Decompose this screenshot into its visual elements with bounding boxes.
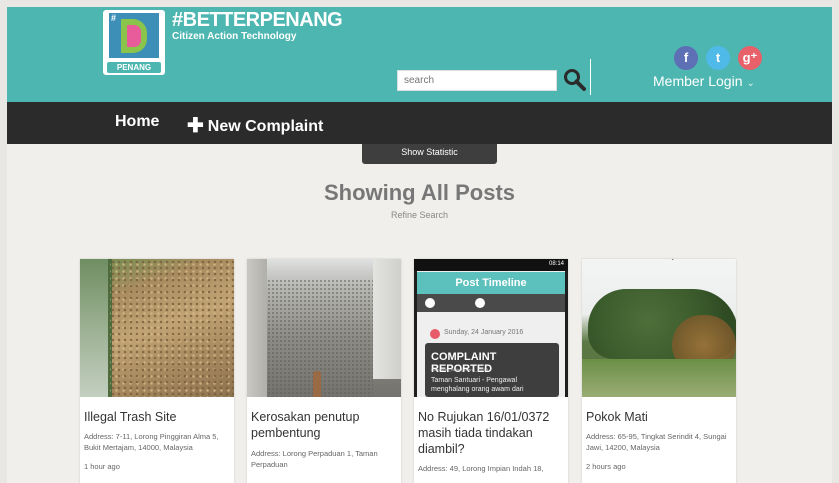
- chevron-down-icon: ⌄: [746, 78, 755, 89]
- phone-date: Sunday, 24 January 2016: [444, 329, 524, 336]
- nav-home[interactable]: Home: [115, 113, 159, 131]
- nav-new-complaint[interactable]: ✚ New Complaint: [187, 113, 323, 138]
- post-address: Address: 65-95, Tingkat Serindit 4, Sung…: [586, 432, 727, 452]
- post-image[interactable]: [247, 259, 401, 397]
- search-input[interactable]: [397, 70, 557, 91]
- brand-name[interactable]: #BETTERPENANG: [172, 9, 343, 32]
- post-title[interactable]: Illegal Trash Site: [84, 409, 232, 425]
- phone-screen-title: Post Timeline: [417, 272, 565, 294]
- phone-box-text: Taman Santuari - Pengawal menghalang ora…: [431, 377, 524, 393]
- post-image[interactable]: [582, 259, 736, 397]
- post-address: Address: 7-11, Lorong Pinggiran Alma 5, …: [84, 432, 219, 452]
- member-login-label: Member Login: [653, 73, 743, 89]
- post-card[interactable]: 08:14 Post Timeline Sunday, 24 January 2…: [414, 259, 568, 483]
- page-title: Showing All Posts: [323, 180, 516, 205]
- twitter-icon[interactable]: t: [706, 46, 730, 70]
- phone-status-bar: 08:14: [414, 259, 568, 271]
- google-plus-icon[interactable]: g⁺: [738, 46, 762, 70]
- pin-icon: [430, 329, 440, 339]
- post-title[interactable]: Pokok Mati: [586, 409, 734, 425]
- post-image[interactable]: [80, 259, 234, 397]
- search-icon: [564, 69, 586, 91]
- post-card[interactable]: Kerosakan penutup pembentung Address: Lo…: [247, 259, 401, 483]
- main-nav: Home ✚ New Complaint: [7, 102, 832, 144]
- plus-icon: ✚: [187, 115, 204, 137]
- nav-new-complaint-label: New Complaint: [207, 118, 324, 135]
- show-statistic-button[interactable]: Show Statistic: [362, 144, 497, 164]
- search-button[interactable]: [563, 68, 587, 92]
- post-image[interactable]: 08:14 Post Timeline Sunday, 24 January 2…: [414, 259, 568, 397]
- logo-mark-icon: #: [109, 13, 159, 58]
- header-divider: [590, 59, 591, 95]
- facebook-icon[interactable]: f: [674, 46, 698, 70]
- post-card[interactable]: Pokok Mati Address: 65-95, Tingkat Serin…: [582, 259, 736, 483]
- logo-label: PENANG: [107, 62, 161, 73]
- brand-tagline: Citizen Action Technology: [172, 31, 297, 42]
- post-card[interactable]: Illegal Trash Site Address: 7-11, Lorong…: [80, 259, 234, 483]
- phone-box-sub: Complaint_betterpenang_13608: [431, 367, 489, 372]
- member-login-button[interactable]: Member Login ⌄: [653, 73, 755, 89]
- post-title[interactable]: No Rujukan 16/01/0372 masih tiada tindak…: [418, 409, 566, 457]
- refine-search-link[interactable]: Refine Search: [0, 210, 839, 220]
- post-title[interactable]: Kerosakan penutup pembentung: [251, 409, 399, 441]
- post-time: 1 hour ago: [84, 462, 120, 471]
- post-address: Address: Lorong Perpaduan 1, Taman Perpa…: [251, 449, 378, 469]
- site-logo[interactable]: # PENANG: [103, 10, 165, 75]
- header: # PENANG #BETTERPENANG Citizen Action Te…: [7, 7, 832, 102]
- post-time: 2 hours ago: [586, 462, 626, 471]
- post-address: Address: 49, Lorong Impian Indah 18,: [418, 464, 544, 473]
- logo-hash: #: [111, 13, 117, 23]
